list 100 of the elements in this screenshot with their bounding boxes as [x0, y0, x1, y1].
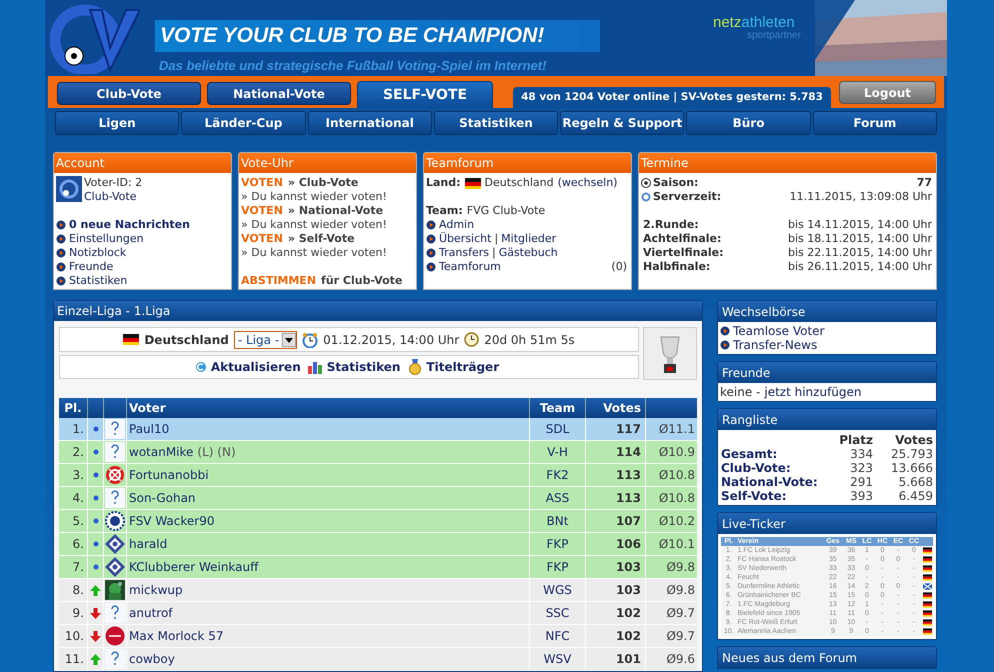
votes-text: 103: [616, 560, 641, 574]
logout-button[interactable]: Logout: [839, 81, 936, 104]
voter-link[interactable]: wotanMike: [129, 443, 194, 461]
table-row[interactable]: 3. Fortunanobbi FK2 113 Ø10.8: [59, 464, 697, 487]
nav-button[interactable]: Büro: [686, 111, 811, 135]
voter-link[interactable]: harald: [129, 535, 168, 553]
game-link[interactable]: Club-Vote: [84, 190, 142, 204]
ranking-label: Self-Vote:: [721, 489, 788, 503]
panel-header: Live-Ticker: [718, 513, 936, 534]
table-row[interactable]: 7. KClubberer Weinkauff FKP 103 Ø9.8: [59, 556, 697, 579]
clock-icon: [464, 332, 480, 347]
country-name: Deutschland: [144, 332, 229, 348]
rank-text: 10.: [64, 629, 84, 643]
nav-button[interactable]: Statistiken: [434, 111, 558, 135]
bullet-icon: [426, 262, 436, 272]
action-link[interactable]: Statistiken: [326, 358, 400, 376]
voter-link[interactable]: Paul10: [129, 420, 170, 438]
votes-text: 107: [616, 514, 641, 528]
column-header: Voter: [127, 398, 530, 418]
table-row[interactable]: 5. FSV Wacker90 BNt 107 Ø10.2: [59, 510, 697, 533]
table-row[interactable]: 8. mickwup WGS 103 Ø9.8: [59, 579, 697, 602]
exchange-link[interactable]: Teamlose Voter: [733, 324, 824, 338]
separator-text: |: [492, 246, 496, 260]
account-link[interactable]: Statistiken: [69, 274, 128, 288]
empty-text: keine -: [720, 385, 760, 399]
change-link[interactable]: (wechseln): [558, 176, 618, 190]
team-code: SSC: [546, 606, 570, 620]
votes-text: 113: [616, 491, 641, 505]
vote-target: » Club-Vote: [288, 176, 358, 190]
rank-text: 2.: [72, 445, 84, 459]
team-link[interactable]: Gästebuch: [498, 246, 558, 260]
nav-button[interactable]: Ligen: [55, 111, 180, 135]
germany-flag-icon: [923, 556, 932, 563]
table-row[interactable]: 4. Son-Gohan ASS 113 Ø10.8: [59, 487, 697, 510]
dot-icon: [92, 495, 98, 501]
exchange-link[interactable]: Transfer-News: [733, 338, 818, 352]
league-select[interactable]: - Liga -: [234, 330, 298, 348]
germany-flag-icon: [923, 628, 932, 635]
voter-link[interactable]: Son-Gohan: [129, 489, 196, 507]
nav-tab[interactable]: Club-Vote: [57, 82, 201, 105]
team-link[interactable]: Transfers: [439, 246, 489, 260]
voter-link[interactable]: cowboy: [129, 650, 175, 668]
header-cell: [104, 398, 127, 418]
table-row[interactable]: 1. Paul10 SDL 117 Ø11.1: [59, 418, 697, 441]
voter-id: Voter-ID: 2: [84, 176, 142, 190]
rank-text: 3.: [72, 468, 84, 482]
column-header: Votes: [586, 398, 645, 418]
account-link[interactable]: Freunde: [69, 260, 114, 274]
header-cell: [88, 398, 104, 418]
voter-link[interactable]: Fortunanobbi: [129, 466, 209, 484]
nav-button[interactable]: International: [308, 111, 432, 135]
voter-link[interactable]: Max Morlock 57: [129, 627, 224, 645]
account-link[interactable]: Einstellungen: [69, 232, 144, 246]
separator-text: |: [494, 232, 498, 246]
team-code: ASS: [546, 491, 570, 505]
action-link[interactable]: Titelträger: [426, 358, 500, 376]
votes-text: 102: [616, 606, 641, 620]
team-name: FVG Club-Vote: [466, 204, 546, 218]
field-label: Saison:: [653, 176, 698, 190]
votes-text: 103: [616, 583, 641, 597]
panel-header: Neues aus dem Forum: [718, 647, 936, 668]
team-link[interactable]: Teamforum: [439, 260, 501, 274]
voter-link[interactable]: KClubberer Weinkauff: [129, 558, 258, 576]
table-row[interactable]: 2. wotanMike (L) (N) V-H 114 Ø10.9: [59, 441, 697, 464]
bullet-icon: [426, 248, 436, 258]
table-row[interactable]: 11. cowboy WSV 101 Ø9.6: [59, 648, 697, 671]
countdown-text: 20d 0h 51m 5s: [484, 332, 575, 348]
voter-link[interactable]: mickwup: [129, 581, 183, 599]
team-link[interactable]: Admin: [439, 218, 474, 232]
nav-button[interactable]: Regeln & Support: [560, 111, 684, 135]
team-link[interactable]: Übersicht: [439, 232, 492, 246]
rank-text: 9.: [72, 606, 84, 620]
table-row[interactable]: 6. harald FKP 106 Ø10.1: [59, 533, 697, 556]
team-link[interactable]: Mitglieder: [501, 232, 556, 246]
nav-tab[interactable]: National-Vote: [207, 82, 351, 105]
germany-flag-icon: [464, 178, 481, 188]
voter-link[interactable]: FSV Wacker90: [129, 512, 214, 530]
field-value: bis 22.11.2015, 14:00 Uhr: [788, 246, 933, 260]
table-row[interactable]: 10. Max Morlock 57 NFC 102 Ø9.7: [59, 625, 697, 648]
vote-message: » Du kannst wieder voten!: [241, 190, 388, 204]
crest-icon: [105, 511, 125, 531]
nav-button[interactable]: Länder-Cup: [181, 111, 306, 135]
team-code: FKP: [546, 537, 568, 551]
question-mark-icon: [105, 488, 125, 508]
account-link[interactable]: 0 neue Nachrichten: [69, 218, 190, 232]
nav-tab[interactable]: SELF-VOTE: [357, 81, 493, 108]
account-link[interactable]: Notizblock: [69, 246, 126, 260]
card-header: Account: [54, 153, 231, 173]
table-row[interactable]: 9. anutrof SSC 102 Ø9.7: [59, 602, 697, 625]
nav-button[interactable]: Forum: [812, 111, 937, 135]
voter-link[interactable]: anutrof: [129, 604, 173, 622]
add-friend-link[interactable]: jetzt hinzufügen: [764, 385, 862, 399]
rank-text: 8.: [72, 583, 84, 597]
medal-icon: [408, 359, 422, 375]
field-value: bis 26.11.2015, 14:00 Uhr: [788, 260, 933, 274]
team-code: NFC: [545, 629, 570, 643]
action-link[interactable]: Aktualisieren: [210, 358, 301, 376]
votes-text: 113: [616, 468, 641, 482]
card-header: Termine: [639, 153, 936, 173]
crest-icon: [105, 534, 125, 554]
